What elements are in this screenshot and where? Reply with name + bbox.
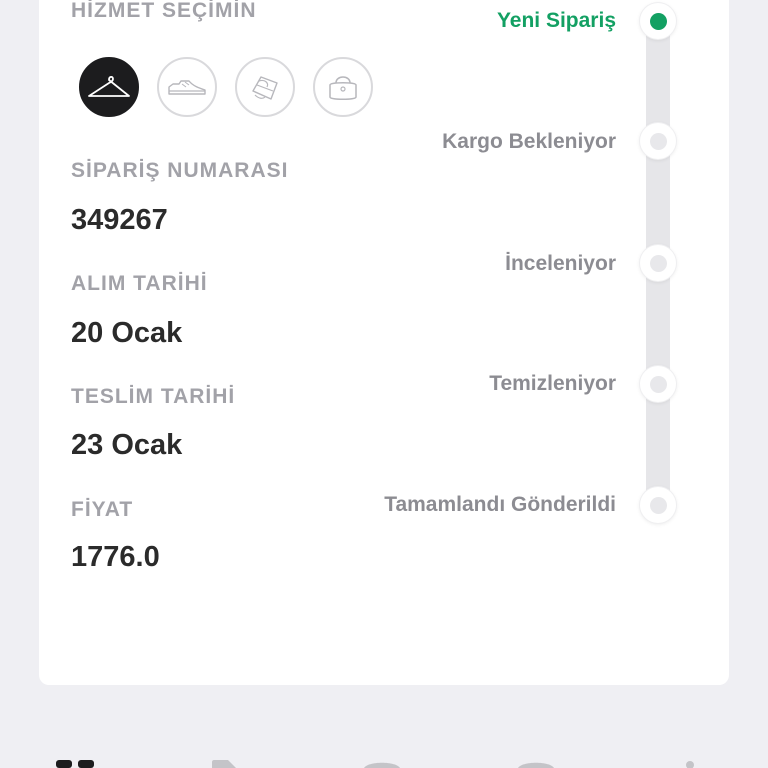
- order-number-value: 349267: [71, 204, 168, 236]
- price-label: FİYAT: [71, 498, 134, 521]
- profile-tab-icon[interactable]: [362, 760, 402, 768]
- price-value: 1776.0: [71, 541, 160, 573]
- service-option-sandal[interactable]: [235, 57, 295, 117]
- delivery-date-value: 23 Ocak: [71, 429, 183, 461]
- pickup-date-label: ALIM TARİHİ: [71, 272, 208, 295]
- service-option-sneaker[interactable]: [157, 57, 217, 117]
- hanger-icon: [88, 75, 130, 97]
- bottom-tab-bar: [0, 740, 768, 768]
- service-option-hanger[interactable]: [79, 57, 139, 117]
- pickup-date-value: 20 Ocak: [71, 317, 183, 349]
- more-tab-icon[interactable]: [684, 760, 696, 768]
- document-tab-icon[interactable]: [210, 760, 240, 768]
- status-step-label-inspecting: İnceleniyor: [505, 252, 616, 275]
- status-step-label-cleaning: Temizleniyor: [489, 372, 616, 395]
- sandal-icon: [252, 76, 278, 100]
- service-section-label: HİZMET SEÇİMİN: [71, 0, 257, 22]
- order-number-label: SİPARİŞ NUMARASI: [71, 159, 289, 182]
- status-step-dot-completed-shipped: [640, 487, 676, 523]
- status-step-dot-new-order: [640, 3, 676, 39]
- service-option-handbag[interactable]: [313, 57, 373, 117]
- status-step-dot-cleaning: [640, 366, 676, 402]
- chat-tab-icon[interactable]: [516, 760, 556, 768]
- handbag-icon: [329, 76, 357, 100]
- grid-tab-icon[interactable]: [56, 760, 96, 768]
- delivery-date-label: TESLİM TARİHİ: [71, 385, 236, 408]
- status-step-dot-awaiting-cargo: [640, 123, 676, 159]
- sneaker-icon: [168, 80, 206, 95]
- status-step-label-awaiting-cargo: Kargo Bekleniyor: [442, 130, 616, 153]
- status-step-label-completed-shipped: Tamamlandı Gönderildi: [384, 493, 616, 516]
- status-step-label-new-order: Yeni Sipariş: [496, 9, 616, 32]
- status-step-dot-inspecting: [640, 245, 676, 281]
